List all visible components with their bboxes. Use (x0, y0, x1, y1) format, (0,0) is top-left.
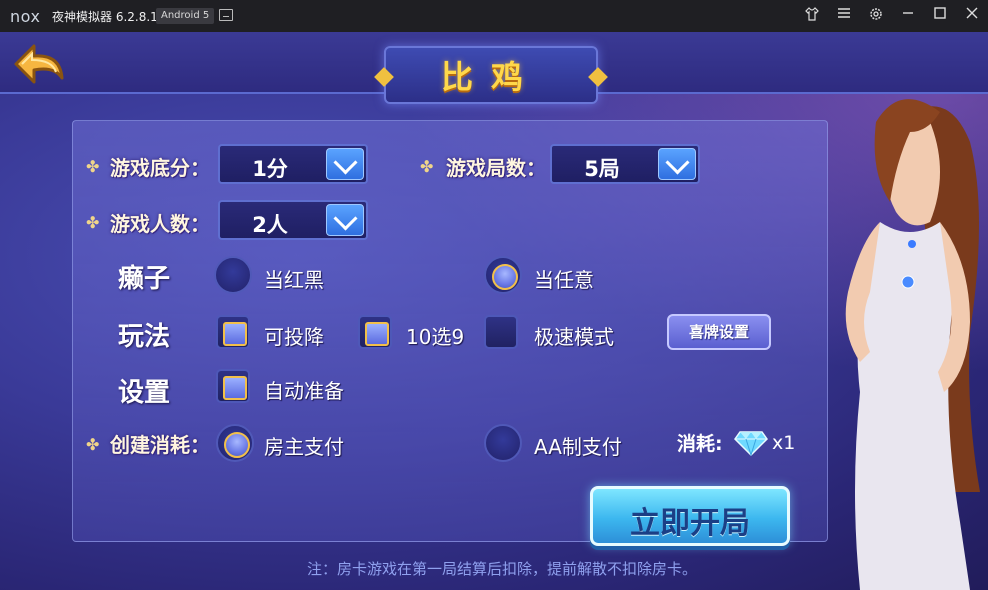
ten-choose-nine-label: 10选9 (406, 325, 465, 349)
fleur-icon: ✤ (86, 435, 100, 454)
auto-ready-checkbox[interactable] (216, 369, 250, 403)
nox-logo: nox (10, 7, 41, 26)
app-title: 夜神模拟器 6.2.8.1 (52, 10, 158, 24)
shirt-icon[interactable] (802, 6, 822, 26)
character-illustration (845, 99, 980, 590)
base-score-select[interactable]: 1分 (218, 144, 368, 184)
rounds-label: 游戏局数： (446, 156, 546, 180)
chevron-down-icon[interactable] (326, 204, 364, 236)
start-game-button[interactable]: 立即开局 (590, 486, 790, 546)
base-score-label: 游戏底分： (110, 156, 210, 180)
fleur-icon: ✤ (86, 213, 100, 232)
base-score-value: 1分 (252, 157, 288, 181)
players-label: 游戏人数： (110, 212, 210, 236)
screen-icon[interactable] (219, 9, 233, 21)
room-card-note: 注：房卡游戏在第一局结算后扣除，提前解散不扣除房卡。 (306, 560, 697, 578)
laizi-option-label: 当任意 (534, 268, 594, 292)
diamond-icon (734, 431, 768, 456)
page-title: 比鸡 (440, 58, 541, 96)
cost-label: 创建消耗： (110, 433, 210, 457)
consume-count: x1 (772, 432, 796, 454)
xipai-settings-button[interactable]: 喜牌设置 (667, 314, 771, 350)
laizi-option-hongHei-radio[interactable] (214, 256, 252, 294)
chevron-down-icon[interactable] (658, 148, 696, 180)
owner-pay-radio[interactable] (216, 424, 254, 462)
game-screen: 比鸡 ✤ 游戏底分： 1分 ✤ 游戏局数： 5局 ✤ 游戏人数： 2人 癞子 当… (0, 32, 988, 590)
setup-label: 设置 (118, 378, 171, 408)
rounds-value: 5局 (584, 157, 620, 181)
speed-mode-checkbox[interactable] (484, 315, 518, 349)
minimize-icon[interactable] (898, 6, 918, 26)
back-arrow-icon (14, 44, 64, 84)
consume-label: 消耗: (677, 433, 723, 455)
close-icon[interactable] (962, 6, 982, 26)
rounds-select[interactable]: 5局 (550, 144, 700, 184)
surrender-label: 可投降 (264, 325, 324, 349)
laizi-option-label: 当红黑 (264, 268, 324, 292)
ten-choose-nine-checkbox[interactable] (358, 315, 392, 349)
speed-mode-label: 极速模式 (534, 325, 614, 349)
laizi-label: 癞子 (118, 264, 171, 294)
owner-pay-label: 房主支付 (264, 435, 344, 459)
maximize-icon[interactable] (930, 6, 950, 26)
start-game-label: 立即开局 (630, 506, 750, 541)
title-plate: 比鸡 (374, 46, 608, 104)
auto-ready-label: 自动准备 (264, 379, 344, 403)
menu-icon[interactable] (834, 6, 854, 26)
players-value: 2人 (252, 213, 288, 237)
back-button[interactable] (8, 38, 70, 94)
aa-pay-label: AA制支付 (534, 435, 622, 459)
fleur-icon: ✤ (86, 157, 100, 176)
play-label: 玩法 (118, 322, 171, 352)
surrender-checkbox[interactable] (216, 315, 250, 349)
chevron-down-icon[interactable] (326, 148, 364, 180)
aa-pay-radio[interactable] (484, 424, 522, 462)
fleur-icon: ✤ (420, 157, 434, 176)
gear-icon[interactable] (866, 6, 886, 26)
laizi-option-renyi-radio[interactable] (484, 256, 522, 294)
emulator-titlebar: nox 夜神模拟器 6.2.8.1 Android 5 (0, 0, 988, 32)
players-select[interactable]: 2人 (218, 200, 368, 240)
android-version-badge: Android 5 (156, 8, 215, 24)
